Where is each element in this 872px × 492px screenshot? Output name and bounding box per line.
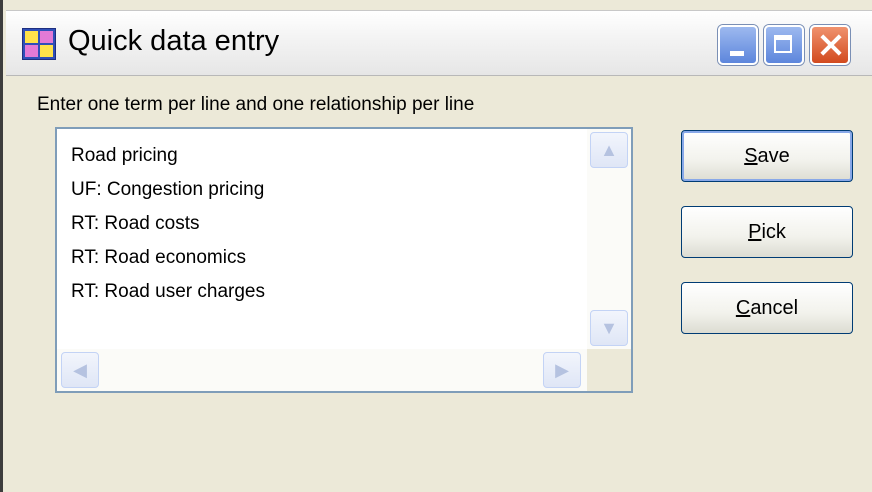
pick-button[interactable]: Pick	[681, 206, 853, 258]
save-label: ave	[757, 145, 790, 167]
instruction-label: Enter one term per line and one relation…	[37, 94, 475, 115]
title-bar[interactable]: Quick data entry	[6, 10, 872, 76]
text-line: Road pricing	[71, 145, 178, 166]
text-line: RT: Road economics	[71, 247, 246, 268]
terms-textarea[interactable]: Road pricing UF: Congestion pricing RT: …	[55, 127, 633, 393]
pick-mnemonic: P	[748, 221, 762, 243]
save-mnemonic: S	[744, 145, 758, 167]
cancel-label: ancel	[750, 297, 799, 319]
scroll-left-icon[interactable]: ◀	[61, 352, 99, 388]
close-icon[interactable]	[810, 25, 850, 65]
scroll-up-icon[interactable]: ▲	[590, 132, 628, 168]
cancel-mnemonic: C	[735, 297, 751, 319]
save-button[interactable]: Save	[681, 130, 853, 182]
scrollbar-corner	[587, 349, 631, 391]
maximize-icon[interactable]	[764, 25, 804, 65]
app-icon	[22, 28, 56, 60]
text-line: UF: Congestion pricing	[71, 179, 265, 200]
pick-label: ick	[761, 221, 786, 243]
horizontal-scrollbar[interactable]: ◀ ▶	[57, 349, 587, 391]
text-line: RT: Road user charges	[71, 281, 265, 302]
minimize-icon[interactable]	[718, 25, 758, 65]
scroll-down-icon[interactable]: ▼	[590, 310, 628, 346]
scroll-right-icon[interactable]: ▶	[543, 352, 581, 388]
cancel-button[interactable]: Cancel	[681, 282, 853, 334]
textarea-content[interactable]: Road pricing UF: Congestion pricing RT: …	[71, 139, 265, 309]
window-title: Quick data entry	[68, 25, 280, 57]
quick-data-entry-dialog: Quick data entry Enter one term per line…	[0, 0, 872, 492]
vertical-scrollbar[interactable]: ▲ ▼	[587, 129, 631, 349]
text-line: RT: Road costs	[71, 213, 200, 234]
